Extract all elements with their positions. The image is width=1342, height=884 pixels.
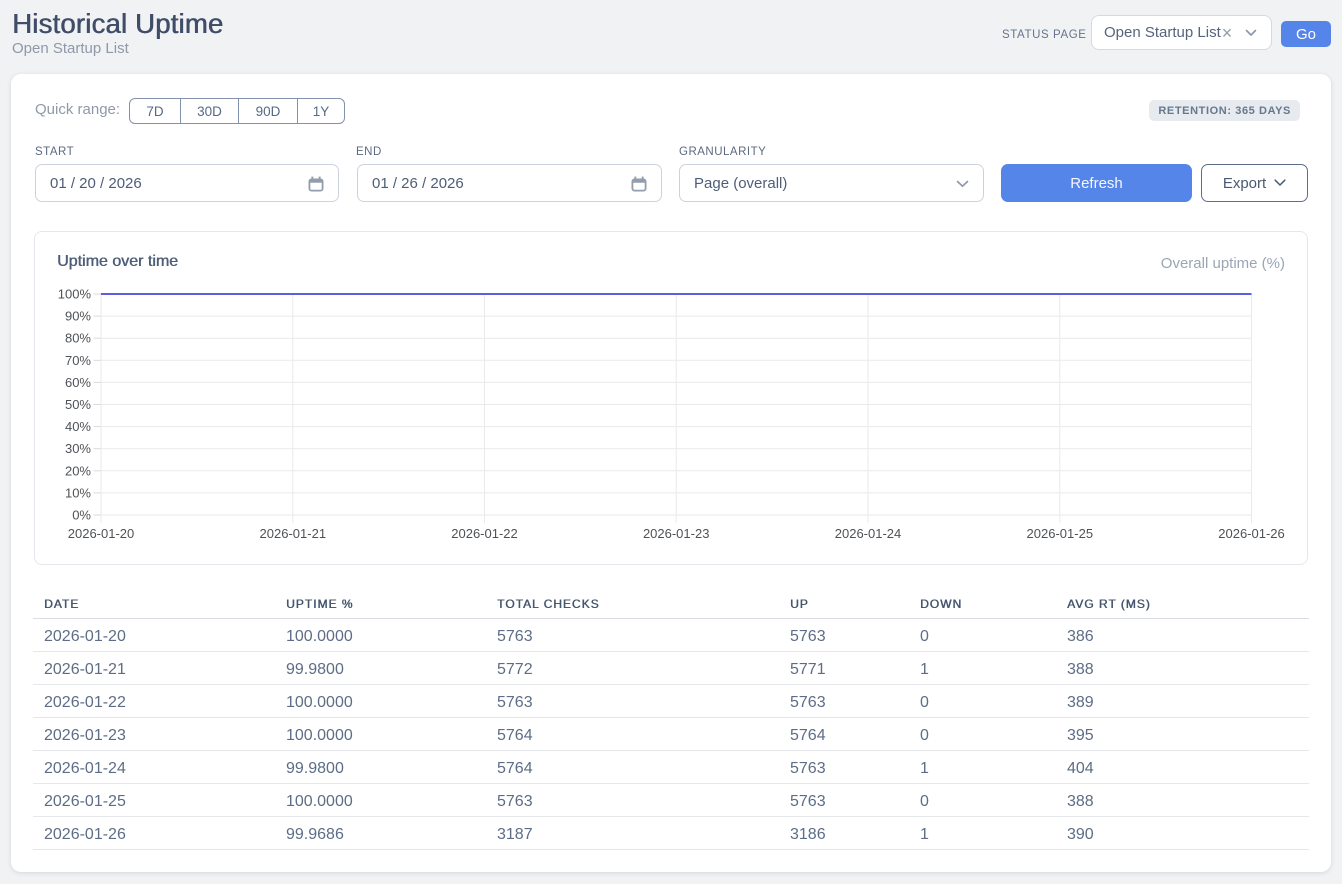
svg-text:60%: 60% [65, 375, 91, 390]
svg-text:40%: 40% [65, 419, 91, 434]
svg-text:100%: 100% [58, 287, 92, 302]
svg-text:2026-01-25: 2026-01-25 [1027, 526, 1094, 541]
svg-text:70%: 70% [65, 353, 91, 368]
svg-text:20%: 20% [65, 463, 91, 478]
svg-text:10%: 10% [65, 485, 91, 500]
svg-text:2026-01-26: 2026-01-26 [1218, 526, 1285, 541]
svg-text:90%: 90% [65, 309, 91, 324]
svg-text:2026-01-22: 2026-01-22 [451, 526, 518, 541]
svg-text:2026-01-24: 2026-01-24 [835, 526, 902, 541]
svg-text:0%: 0% [72, 508, 91, 523]
svg-text:2026-01-21: 2026-01-21 [260, 526, 327, 541]
svg-text:30%: 30% [65, 441, 91, 456]
svg-text:2026-01-23: 2026-01-23 [643, 526, 710, 541]
svg-text:50%: 50% [65, 397, 91, 412]
svg-text:80%: 80% [65, 331, 91, 346]
svg-text:2026-01-20: 2026-01-20 [68, 526, 135, 541]
